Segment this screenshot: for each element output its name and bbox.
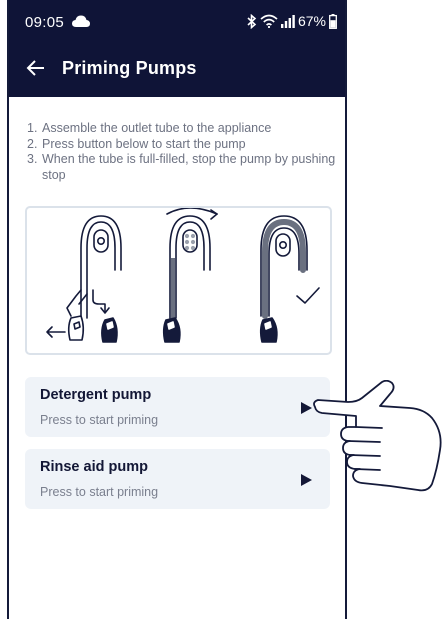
pointing-hand-icon — [313, 380, 442, 492]
detergent-pump-title: Detergent pump — [40, 387, 152, 403]
bluetooth-icon — [247, 13, 257, 29]
signal-icon — [280, 14, 295, 28]
instruction-number: 2. — [27, 136, 38, 151]
rinse-aid-pump-title: Rinse aid pump — [40, 459, 148, 475]
instruction-text: Press button below to start the pump — [42, 136, 246, 151]
rinse-aid-pump-subtitle: Press to start priming — [40, 485, 159, 499]
step2-tube — [166, 207, 218, 319]
instruction-text: When the tube is full-filled, stop the p… — [42, 152, 336, 182]
cloud-icon — [72, 15, 90, 27]
instructions-list: 1. Assemble the outlet tube to the appli… — [27, 121, 337, 183]
battery-icon — [329, 13, 337, 29]
instruction-text: Assemble the outlet tube to the applianc… — [42, 121, 272, 135]
status-icons: 67% — [247, 13, 337, 29]
instruction-number: 3. — [27, 152, 38, 166]
priming-illustration — [25, 206, 332, 355]
instruction-item: 1. Assemble the outlet tube to the appli… — [27, 121, 337, 137]
step1-container — [101, 317, 118, 343]
status-time: 09:05 — [25, 14, 65, 31]
instruction-item: 2. Press button below to start the pump — [27, 137, 337, 153]
detergent-pump-button[interactable]: Detergent pump Press to start priming — [25, 377, 330, 437]
detergent-pump-subtitle: Press to start priming — [40, 413, 159, 427]
instruction-number: 1. — [27, 121, 38, 135]
battery-percent: 67% — [297, 13, 326, 29]
wifi-icon — [260, 14, 278, 28]
app-bar: 09:05 67% Priming Pumps — [9, 0, 345, 97]
priming-steps-diagram — [46, 207, 320, 343]
step3-tube — [260, 215, 320, 319]
page-title: Priming Pumps — [62, 58, 197, 78]
instruction-item: 3. When the tube is full-filled, stop th… — [27, 152, 337, 183]
step3-container — [259, 317, 278, 343]
step2-container — [162, 317, 181, 343]
phone-screen: 09:05 67% Priming Pumps 1. Assemble the … — [7, 0, 347, 619]
rinse-aid-pump-button[interactable]: Rinse aid pump Press to start priming — [25, 449, 330, 509]
back-arrow-icon[interactable] — [25, 57, 47, 79]
